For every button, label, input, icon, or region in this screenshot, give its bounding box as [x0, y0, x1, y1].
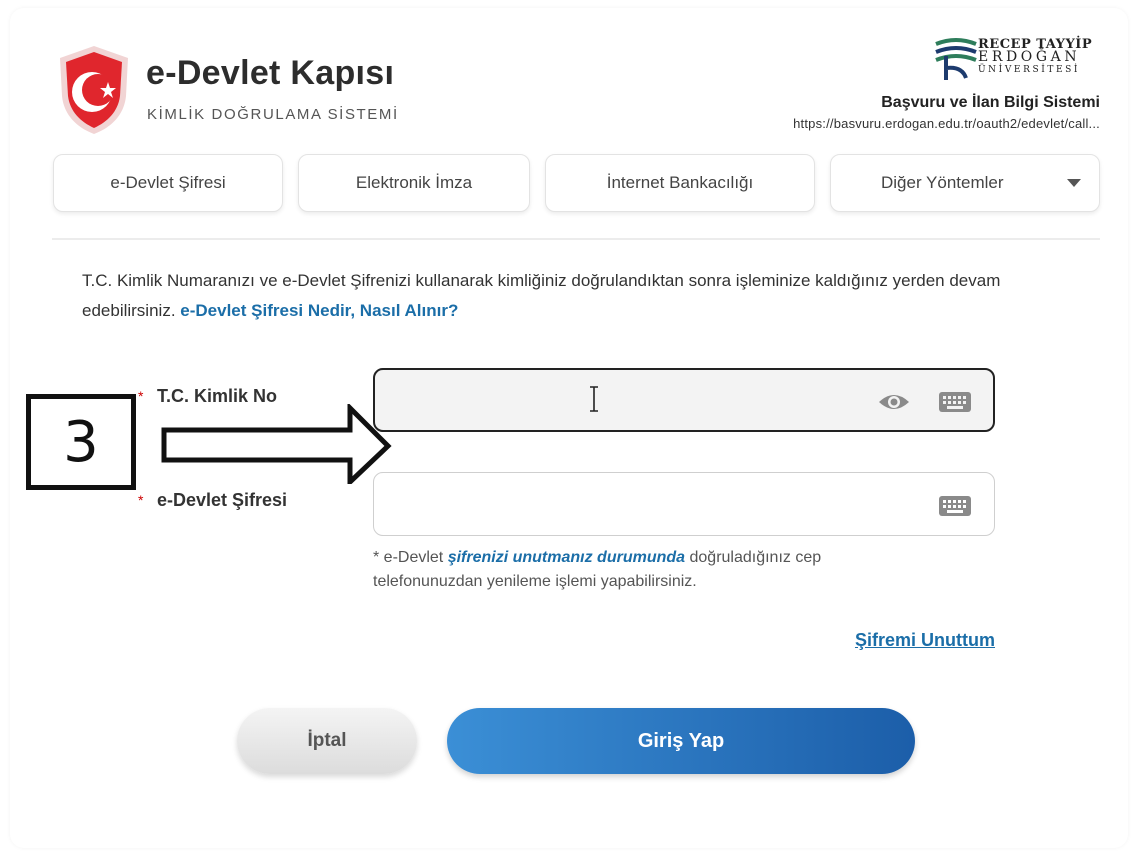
university-name: RECEP TAYYİP ERDOĞAN ÜNİVERSİTESİ [978, 38, 1102, 77]
tab-label: Elektronik İmza [355, 173, 473, 192]
password-help-note: * e-Devlet şifrenizi unutmanız durumunda… [373, 546, 933, 594]
brand-subtitle: KİMLİK DOĞRULAMA SİSTEMİ [147, 106, 399, 123]
e-devlet-shield-logo [60, 46, 128, 134]
tab-electronic-signature[interactable]: Elektronik İmza [298, 154, 530, 212]
tc-kimlik-input[interactable] [389, 384, 873, 418]
tab-internet-banking[interactable]: İnternet Bankacılığı [545, 154, 815, 212]
tab-label: Diğer Yöntemler [881, 173, 1004, 192]
what-is-edevlet-password-link[interactable]: e-Devlet Şifresi Nedir, Nasıl Alınır? [180, 301, 458, 320]
step-number: 3 [63, 409, 99, 475]
password-input[interactable] [388, 487, 872, 521]
tab-edevlet-password[interactable]: e-Devlet Şifresi [53, 154, 283, 212]
text-cursor-icon [590, 386, 598, 412]
intro-text: T.C. Kimlik Numaranızı ve e-Devlet Şifre… [82, 266, 1022, 326]
chevron-down-icon [1067, 179, 1081, 187]
brand-title: e-Devlet Kapısı [146, 54, 395, 92]
virtual-keyboard-icon[interactable] [938, 494, 972, 518]
required-mark: * [138, 492, 144, 508]
application-name: Başvuru ve İlan Bilgi Sistemi [881, 94, 1100, 111]
university-name-line3: ÜNİVERSİTESİ [978, 65, 1081, 75]
university-logo-icon [935, 38, 977, 80]
note-prefix: * e-Devlet [373, 549, 448, 566]
tab-label: İnternet Bankacılığı [606, 173, 754, 192]
virtual-keyboard-icon[interactable] [938, 390, 972, 414]
password-field[interactable] [373, 472, 995, 536]
forgot-password-link[interactable]: Şifremi Unuttum [855, 630, 995, 651]
divider [52, 238, 1100, 240]
tab-other-methods[interactable]: Diğer Yöntemler [830, 154, 1100, 212]
password-label: e-Devlet Şifresi [157, 490, 288, 510]
cancel-button[interactable]: İptal [237, 708, 417, 774]
pointer-arrow-icon [161, 404, 392, 484]
callback-url: https://basvuru.erdogan.edu.tr/oauth2/ed… [793, 116, 1100, 131]
note-emphasis: şifrenizi unutmanız durumunda [447, 549, 686, 566]
university-name-line2: ERDOĞAN [978, 49, 1081, 65]
tab-label: e-Devlet Şifresi [110, 173, 226, 192]
show-password-eye-icon[interactable] [877, 390, 911, 414]
login-button[interactable]: Giriş Yap [447, 708, 915, 774]
step-number-badge: 3 [26, 394, 136, 490]
required-mark: * [138, 388, 144, 404]
